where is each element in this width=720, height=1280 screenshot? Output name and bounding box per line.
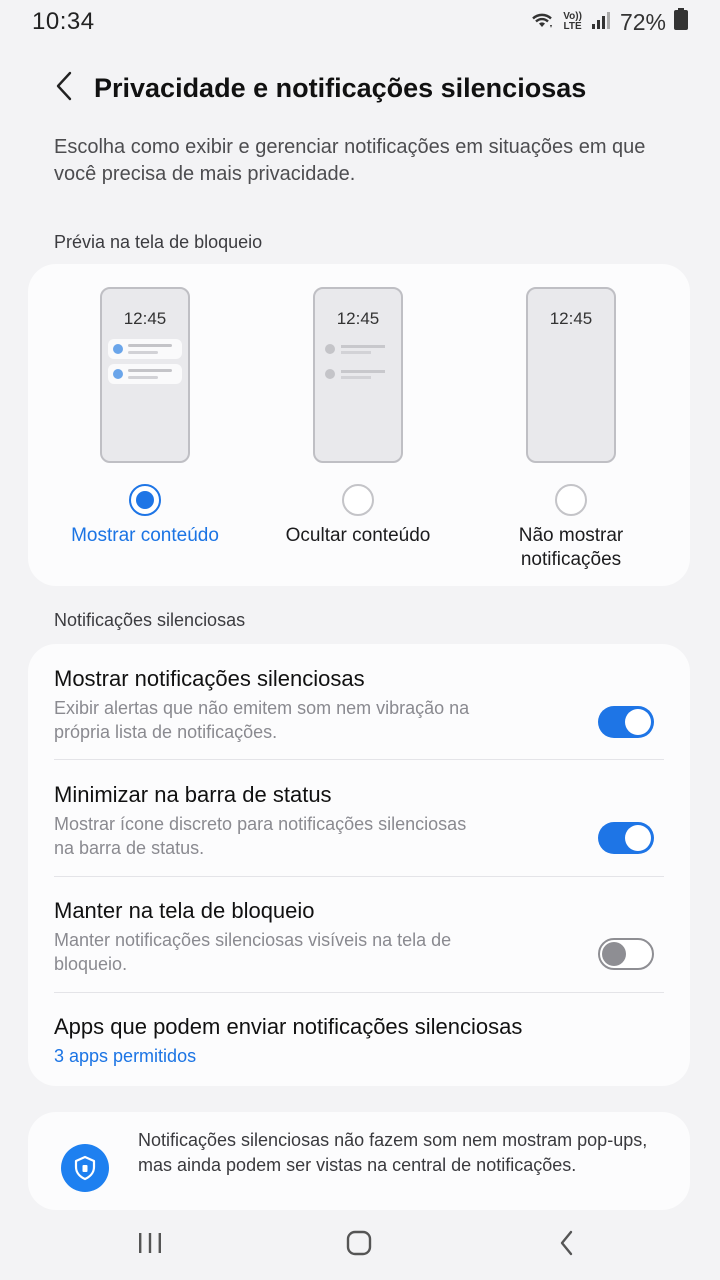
info-text: Notificações silenciosas não fazem som n… [138, 1130, 648, 1175]
toggle-minimize-status[interactable] [598, 822, 654, 854]
back-arrow-icon [53, 71, 75, 106]
setting-subtitle: Manter notificações silenciosas visíveis… [54, 930, 452, 974]
preview-option-show[interactable]: 12:45 Mostrar conteúdo [35, 264, 255, 586]
home-button[interactable] [329, 1228, 389, 1262]
header: Privacidade e notificações silenciosas [0, 62, 720, 114]
allowed-apps-count: 3 apps permitidos [54, 1046, 197, 1066]
setting-row-minimize-status[interactable]: Minimizar na barra de status Mostrar íco… [54, 782, 664, 882]
option-label-hide: Ocultar conteúdo [285, 525, 431, 546]
back-button[interactable] [34, 62, 94, 114]
toggle-show-silent[interactable] [598, 706, 654, 738]
phone-time: 12:45 [336, 309, 380, 328]
wifi-icon [529, 9, 555, 36]
silent-settings-card: Mostrar notificações silenciosas Exibir … [28, 644, 690, 1086]
phone-time: 12:45 [123, 309, 167, 328]
radio-hide-content[interactable] [342, 484, 374, 516]
phone-time: 12:45 [549, 309, 593, 328]
toggle-keep-lockscreen[interactable] [598, 938, 654, 970]
option-label-show: Mostrar conteúdo [71, 525, 219, 546]
info-card: Notificações silenciosas não fazem som n… [28, 1112, 690, 1210]
volte-bottom: LTE [563, 21, 582, 32]
intro-text: Escolha como exibir e gerenciar notifica… [54, 136, 646, 185]
setting-row-keep-lockscreen[interactable]: Manter na tela de bloqueio Manter notifi… [54, 898, 664, 998]
signal-icon [590, 9, 612, 36]
preview-option-none[interactable]: 12:45 Não mostrar notificações [461, 264, 681, 586]
divider [54, 759, 664, 760]
status-icons: Vo)) LTE 72% [529, 8, 688, 36]
shield-icon [61, 1144, 109, 1192]
divider [54, 876, 664, 877]
status-time: 10:34 [32, 8, 95, 35]
nav-back-icon [557, 1229, 577, 1262]
setting-title: Manter na tela de bloqueio [54, 898, 315, 923]
radio-no-notifications[interactable] [555, 484, 587, 516]
battery-icon [674, 8, 688, 36]
setting-row-allowed-apps[interactable]: Apps que podem enviar notificações silen… [54, 1014, 664, 1074]
status-bar: 10:34 Vo)) LTE 72% [0, 0, 720, 44]
setting-subtitle: Exibir alertas que não emitem som nem vi… [54, 698, 470, 742]
preview-option-hide[interactable]: 12:45 Ocultar conteúdo [248, 264, 468, 586]
setting-subtitle: Mostrar ícone discreto para notificações… [54, 814, 467, 858]
silent-section-title: Notificações silenciosas [54, 610, 246, 630]
battery-percent: 72% [619, 8, 666, 35]
recent-apps-icon [136, 1231, 164, 1260]
lock-preview-card: 12:45 Mostrar conteúdo 12:45 Ocultar con… [28, 264, 690, 586]
navigation-bar [0, 1210, 720, 1280]
notification-preview [108, 364, 182, 384]
nav-back-button[interactable] [537, 1228, 597, 1262]
page-title: Privacidade e notificações silenciosas [94, 72, 587, 103]
option-label-none: Não mostrar notificações [518, 525, 624, 570]
setting-title: Minimizar na barra de status [54, 782, 332, 807]
radio-show-content[interactable] [129, 484, 161, 516]
phone-preview-none: 12:45 [526, 287, 616, 463]
phone-preview-show: 12:45 [100, 287, 190, 463]
setting-row-show-silent[interactable]: Mostrar notificações silenciosas Exibir … [54, 666, 664, 766]
volte-indicator: Vo)) LTE [563, 12, 582, 32]
phone-preview-hide: 12:45 [313, 287, 403, 463]
setting-title: Apps que podem enviar notificações silen… [54, 1014, 523, 1039]
divider [54, 992, 664, 993]
notification-preview [108, 339, 182, 359]
home-icon [345, 1230, 373, 1261]
lock-preview-section-title: Prévia na tela de bloqueio [54, 232, 263, 252]
setting-title: Mostrar notificações silenciosas [54, 666, 365, 691]
recent-apps-button[interactable] [120, 1228, 180, 1262]
